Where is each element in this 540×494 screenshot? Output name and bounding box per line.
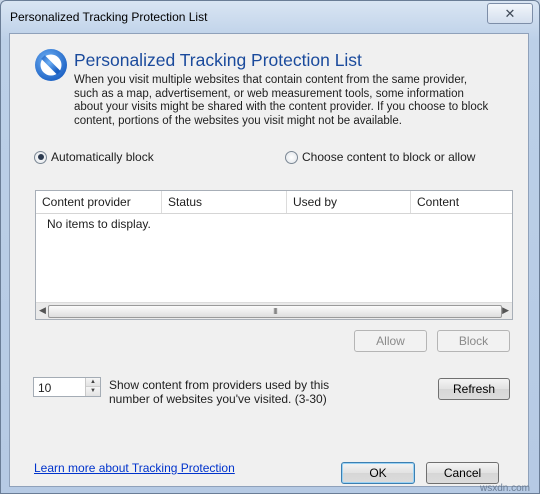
ok-button[interactable]: OK <box>341 462 415 484</box>
decrement-icon[interactable]: ▼ <box>86 387 100 396</box>
title-bar[interactable]: Personalized Tracking Protection List ✕ <box>1 1 539 33</box>
description-text: When you visit multiple websites that co… <box>74 74 489 127</box>
auto-block-radio[interactable] <box>34 150 47 164</box>
column-content[interactable]: Content <box>411 191 512 213</box>
scroll-left-icon[interactable]: ◀ <box>39 305 46 316</box>
increment-icon[interactable]: ▲ <box>86 378 100 387</box>
scroll-right-icon[interactable]: ▶ <box>502 305 509 316</box>
refresh-button[interactable]: Refresh <box>438 378 510 400</box>
list-header: Content provider Status Used by Content <box>36 191 512 214</box>
horizontal-scrollbar[interactable]: ◀ III ▶ <box>36 302 512 319</box>
choose-content-label: Choose content to block or allow <box>302 150 476 164</box>
allow-button[interactable]: Allow <box>354 330 427 352</box>
website-count-stepper[interactable]: 10 ▲ ▼ <box>33 377 101 397</box>
grip-icon: III <box>273 307 278 316</box>
column-content-provider[interactable]: Content provider <box>36 191 162 213</box>
scroll-thumb[interactable]: III <box>48 305 502 318</box>
auto-block-option[interactable]: Automatically block <box>34 150 154 164</box>
threshold-label: Show content from providers used by this… <box>109 378 330 406</box>
learn-more-link[interactable]: Learn more about Tracking Protection <box>34 461 235 475</box>
column-used-by[interactable]: Used by <box>287 191 411 213</box>
content-provider-list[interactable]: Content provider Status Used by Content … <box>35 190 513 320</box>
empty-list-message: No items to display. <box>47 217 151 231</box>
choose-content-radio[interactable] <box>285 150 298 164</box>
choose-content-option[interactable]: Choose content to block or allow <box>285 150 475 164</box>
website-count-value[interactable]: 10 <box>38 381 51 395</box>
column-status[interactable]: Status <box>162 191 287 213</box>
window-title: Personalized Tracking Protection List <box>10 10 208 24</box>
watermark-text: wsxdn.com <box>479 483 530 494</box>
stepper-buttons: ▲ ▼ <box>85 378 100 396</box>
dialog-heading: Personalized Tracking Protection List <box>74 50 362 70</box>
cancel-button[interactable]: Cancel <box>426 462 499 484</box>
dialog-window: Personalized Tracking Protection List ✕ … <box>0 0 540 494</box>
auto-block-label: Automatically block <box>51 150 154 164</box>
dialog-body: Personalized Tracking Protection List Wh… <box>9 33 529 487</box>
block-button[interactable]: Block <box>437 330 510 352</box>
no-entry-icon <box>35 49 67 81</box>
close-icon: ✕ <box>504 5 516 21</box>
close-button[interactable]: ✕ <box>487 3 533 24</box>
